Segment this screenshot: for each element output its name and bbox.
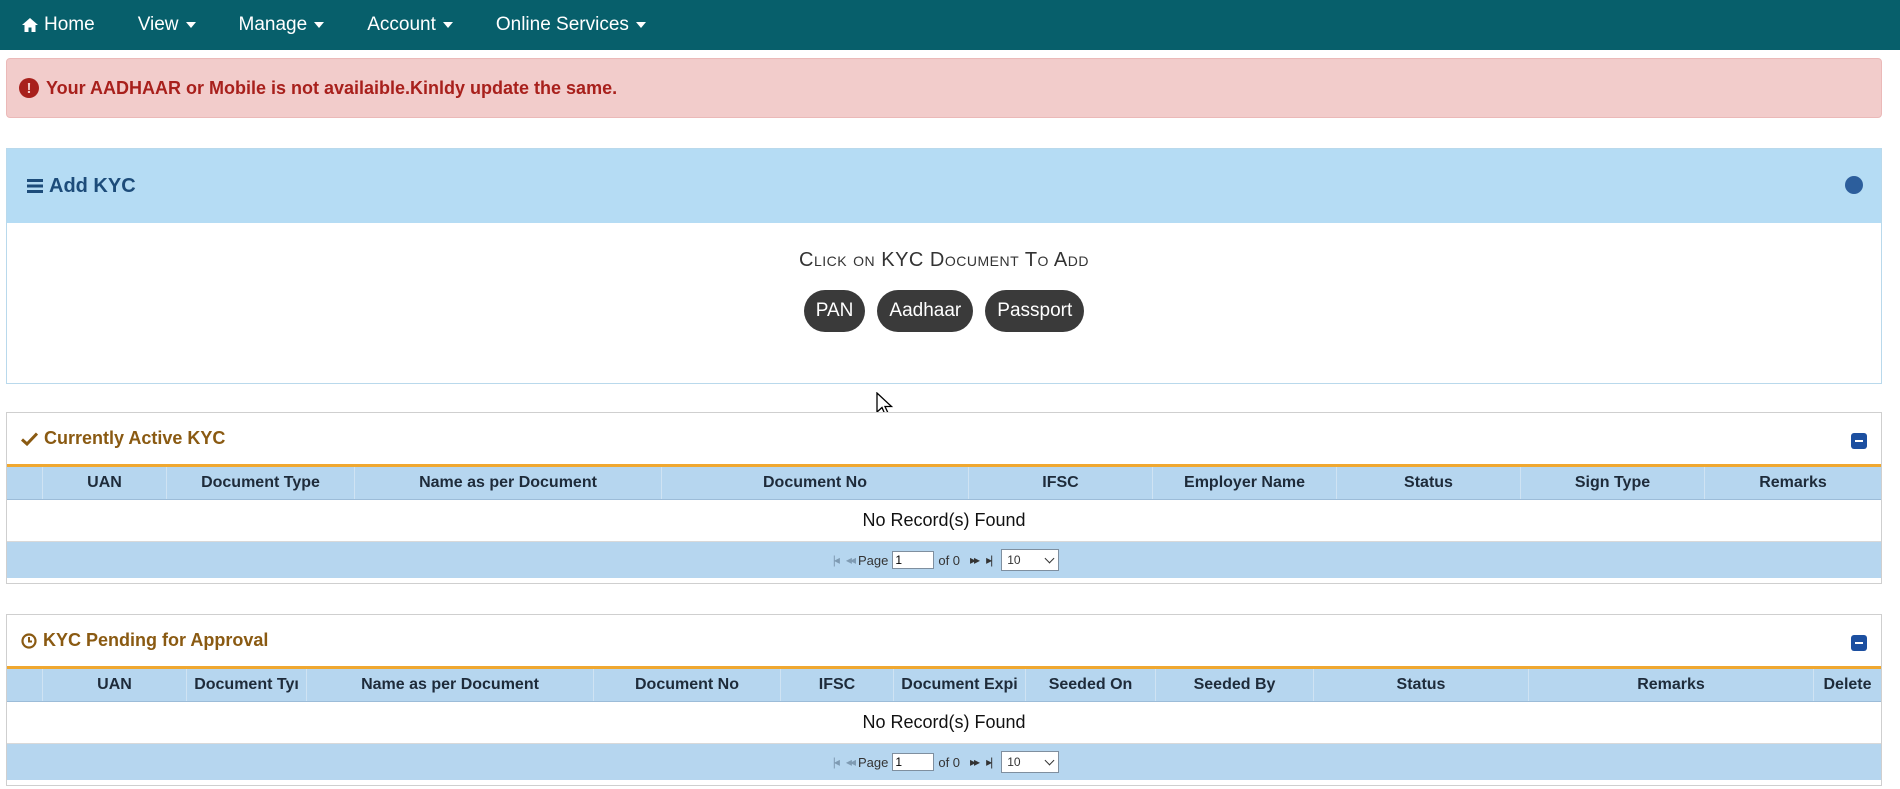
prev-page-icon[interactable]: ◂◂ (846, 553, 856, 567)
column-header[interactable]: Seeded On (1026, 669, 1156, 701)
table-pager: |◂ ◂◂ Page of 0 ▸▸ ▸| 10 (7, 542, 1881, 578)
pending-kyc-header: KYC Pending for Approval (7, 615, 1881, 669)
page-size-value: 10 (1007, 755, 1021, 769)
chevron-down-icon (1044, 553, 1055, 563)
column-header[interactable]: Sign Type (1521, 467, 1705, 499)
page-number-input[interactable] (892, 753, 935, 771)
last-page-icon[interactable]: ▸| (986, 755, 993, 769)
column-header[interactable]: IFSC (969, 467, 1153, 499)
active-kyc-panel: Currently Active KYC UAN Document Type N… (6, 412, 1882, 584)
column-header[interactable]: Document No (662, 467, 969, 499)
pending-kyc-title: KYC Pending for Approval (43, 630, 269, 650)
row-select-column (7, 467, 43, 499)
column-header[interactable]: UAN (43, 467, 167, 499)
first-page-icon[interactable]: |◂ (833, 755, 840, 769)
column-header[interactable]: Document No (594, 669, 781, 701)
page-total: of 0 (938, 754, 961, 770)
column-header[interactable]: Status (1337, 467, 1521, 499)
caret-down-icon (635, 22, 646, 28)
exclamation-circle-icon: ! (19, 78, 39, 98)
nav-view-label: View (137, 14, 179, 35)
menu-icon (27, 179, 43, 193)
page-total: of 0 (938, 552, 961, 568)
column-header[interactable]: IFSC (781, 669, 894, 701)
home-icon (22, 18, 38, 32)
alert-banner: ! Your AADHAAR or Mobile is not availaib… (6, 58, 1882, 118)
page-number-input[interactable] (892, 551, 935, 569)
check-icon (21, 431, 38, 446)
empty-table-message: No Record(s) Found (7, 500, 1881, 542)
nav-manage-label: Manage (238, 14, 308, 35)
last-page-icon[interactable]: ▸| (986, 553, 993, 567)
collapse-icon[interactable] (1851, 433, 1867, 449)
column-header[interactable]: Remarks (1529, 669, 1814, 701)
active-kyc-title: Currently Active KYC (44, 428, 226, 448)
nav-home[interactable]: Home (22, 14, 95, 36)
column-header[interactable]: Document Type (167, 467, 355, 499)
column-header[interactable]: Name as per Document (355, 467, 662, 499)
nav-account-label: Account (367, 14, 436, 35)
prev-page-icon[interactable]: ◂◂ (846, 755, 856, 769)
empty-table-message: No Record(s) Found (7, 702, 1881, 744)
table-pager: |◂ ◂◂ Page of 0 ▸▸ ▸| 10 (7, 744, 1881, 780)
pending-kyc-panel: KYC Pending for Approval UAN Document Ty… (6, 614, 1882, 786)
column-header[interactable]: Document Expi (894, 669, 1026, 701)
add-kyc-title: Add KYC (49, 174, 136, 197)
aadhaar-button[interactable]: Aadhaar (877, 290, 974, 332)
page-size-select[interactable]: 10 (1001, 549, 1060, 571)
nav-home-label: Home (44, 14, 95, 35)
column-header[interactable]: UAN (43, 669, 187, 701)
column-header[interactable]: Remarks (1705, 467, 1881, 499)
pending-kyc-column-header: UAN Document Tyı Name as per Document Do… (7, 669, 1881, 702)
nav-manage[interactable]: Manage (239, 14, 325, 36)
add-kyc-panel: Add KYC Click on KYC Document To Add PAN… (6, 148, 1882, 384)
nav-online-services-label: Online Services (495, 14, 629, 35)
page-label: Page (857, 754, 889, 770)
chevron-down-icon (1044, 755, 1055, 765)
page-size-value: 10 (1007, 553, 1021, 567)
collapse-icon[interactable] (1851, 635, 1867, 651)
caret-down-icon (442, 22, 453, 28)
caret-down-icon (314, 22, 325, 28)
row-select-column (7, 669, 43, 701)
pan-button[interactable]: PAN (803, 290, 866, 332)
page-label: Page (857, 552, 889, 568)
top-navbar: Home View Manage Account Online Services (0, 0, 1900, 50)
clock-icon (21, 632, 37, 649)
kyc-document-buttons: PAN Aadhaar Passport (7, 290, 1881, 332)
nav-account[interactable]: Account (367, 14, 453, 36)
active-kyc-column-header: UAN Document Type Name as per Document D… (7, 467, 1881, 500)
nav-online-services[interactable]: Online Services (496, 14, 646, 36)
nav-view[interactable]: View (138, 14, 196, 36)
add-kyc-header: Add KYC (7, 149, 1881, 223)
first-page-icon[interactable]: |◂ (833, 553, 840, 567)
caret-down-icon (185, 22, 196, 28)
column-header[interactable]: Document Tyı (187, 669, 307, 701)
active-kyc-header: Currently Active KYC (7, 413, 1881, 467)
next-page-icon[interactable]: ▸▸ (970, 553, 980, 567)
panel-toggle-icon[interactable] (1845, 176, 1863, 194)
next-page-icon[interactable]: ▸▸ (970, 755, 980, 769)
page-size-select[interactable]: 10 (1001, 751, 1060, 773)
column-header[interactable]: Employer Name (1153, 467, 1337, 499)
alert-message: Your AADHAAR or Mobile is not availaible… (46, 77, 618, 98)
column-header[interactable]: Delete (1814, 669, 1881, 701)
column-header[interactable]: Status (1314, 669, 1529, 701)
kyc-prompt: Click on KYC Document To Add (799, 249, 1089, 271)
passport-button[interactable]: Passport (985, 290, 1085, 332)
column-header[interactable]: Name as per Document (307, 669, 594, 701)
column-header[interactable]: Seeded By (1156, 669, 1314, 701)
